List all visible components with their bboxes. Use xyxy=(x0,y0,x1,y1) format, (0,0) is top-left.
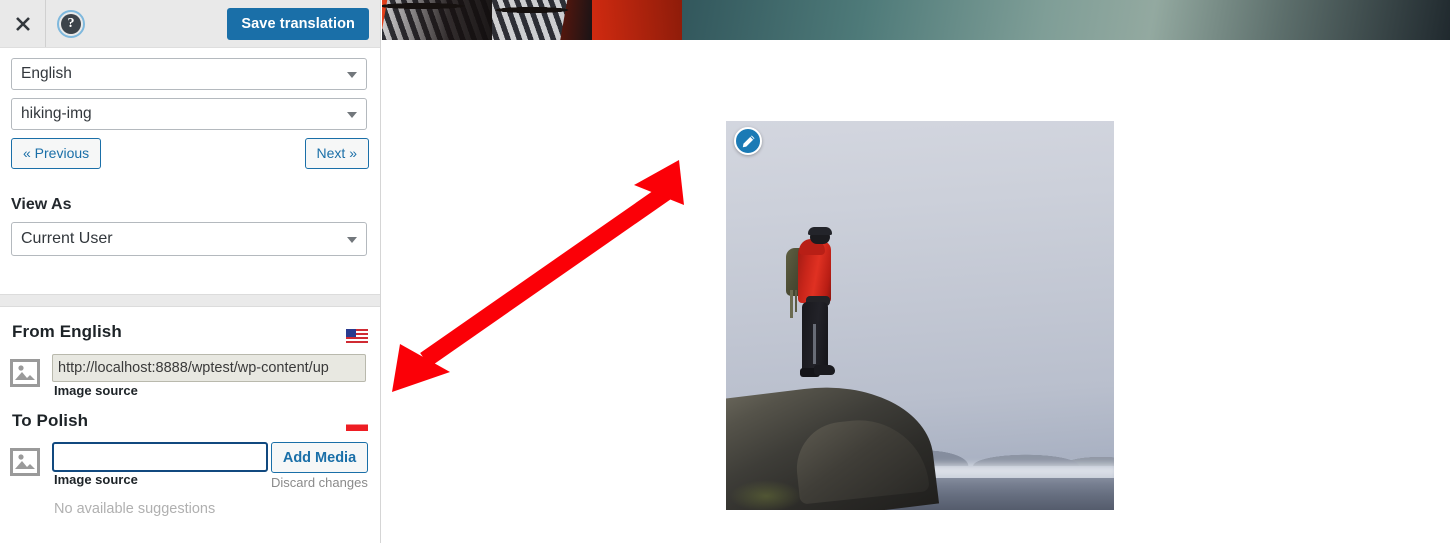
string-name-select-value: hiking-img xyxy=(21,105,92,122)
image-placeholder-icon xyxy=(10,359,40,387)
preview-area xyxy=(382,0,1450,543)
hiker-leg-gap xyxy=(813,324,816,364)
add-media-button[interactable]: Add Media xyxy=(271,442,368,473)
chevron-down-icon xyxy=(347,72,357,78)
discard-changes-link[interactable]: Discard changes xyxy=(271,475,368,490)
photo-cliff-moss xyxy=(726,466,826,510)
language-select-value: English xyxy=(21,65,72,82)
poland-flag-icon xyxy=(346,418,368,432)
target-language-label: To Polish xyxy=(12,411,89,430)
chevron-down-icon xyxy=(347,237,357,243)
view-as-select-value: Current User xyxy=(21,230,113,247)
string-name-select[interactable]: hiking-img xyxy=(11,98,367,130)
previous-button[interactable]: « Previous xyxy=(11,138,102,169)
next-button[interactable]: Next » xyxy=(304,138,369,169)
translation-pane: From English http://localhost:8888/wptes… xyxy=(0,308,380,543)
source-image-sublabel: Image source xyxy=(54,383,138,398)
image-placeholder-icon xyxy=(10,448,40,476)
view-as-heading: View As xyxy=(11,196,72,213)
hiker-strap-2 xyxy=(795,290,797,312)
us-flag-icon xyxy=(346,329,368,343)
sidebar-toolbar: ? Save translation xyxy=(0,0,380,48)
source-field-row: http://localhost:8888/wptest/wp-content/… xyxy=(0,353,380,400)
hiker-boot-right xyxy=(814,365,835,375)
section-divider xyxy=(0,294,380,307)
target-image-url-input[interactable] xyxy=(52,442,268,472)
close-icon[interactable] xyxy=(0,0,46,47)
chevron-down-icon xyxy=(347,112,357,118)
no-suggestions-text: No available suggestions xyxy=(54,501,216,517)
target-image-sublabel: Image source xyxy=(54,472,138,487)
app-root: ? Save translation English hiking-img « … xyxy=(0,0,1450,543)
banner-cord-detail xyxy=(382,0,582,16)
view-as-select[interactable]: Current User xyxy=(11,222,367,256)
source-image-url-field[interactable]: http://localhost:8888/wptest/wp-content/… xyxy=(52,354,366,382)
help-icon[interactable]: ? xyxy=(57,10,85,38)
target-language-header: To Polish xyxy=(12,411,368,439)
source-language-header: From English xyxy=(12,322,368,350)
sidebar-top-panel: English hiking-img « Previous Next » Vie… xyxy=(0,48,380,256)
hiking-preview-image[interactable] xyxy=(726,121,1114,510)
page-header-banner-image xyxy=(382,0,1450,40)
pencil-icon[interactable] xyxy=(734,127,762,155)
hiker-cap xyxy=(808,227,832,235)
navigation-row: « Previous Next » xyxy=(11,138,369,171)
help-glyph: ? xyxy=(61,14,81,34)
source-language-label: From English xyxy=(12,322,122,341)
hiker-strap xyxy=(790,290,793,318)
language-select[interactable]: English xyxy=(11,58,367,90)
translation-sidebar: ? Save translation English hiking-img « … xyxy=(0,0,381,543)
photo-hiker xyxy=(782,227,848,398)
save-translation-button[interactable]: Save translation xyxy=(227,8,369,40)
target-field-row: Image source Add Media Discard changes xyxy=(0,442,380,490)
hiking-photo-canvas xyxy=(726,121,1114,510)
